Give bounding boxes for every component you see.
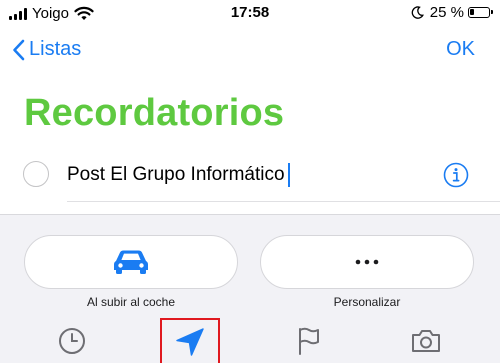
location-arrow-icon — [176, 328, 204, 356]
row-divider — [67, 201, 500, 202]
camera-icon — [412, 330, 440, 352]
flag-icon — [299, 327, 319, 355]
customize-button[interactable] — [260, 235, 474, 289]
reminder-row: Post El Grupo Informático — [0, 155, 500, 201]
ok-button[interactable]: OK — [446, 38, 475, 61]
clock-icon — [59, 328, 85, 354]
battery-fill — [470, 9, 475, 15]
when-in-car-label: Al subir al coche — [86, 295, 176, 309]
quick-toolbar: Al subir al coche Personalizar — [0, 214, 500, 363]
tab-flag[interactable] — [279, 319, 339, 363]
battery-percent: 25 % — [429, 4, 464, 21]
reminder-text: Post El Grupo Informático — [67, 164, 285, 185]
status-right: 25 % — [411, 4, 493, 21]
page-title: Recordatorios — [24, 92, 285, 134]
status-bar: Yoigo 17:58 25 % — [0, 0, 500, 30]
tab-location[interactable] — [160, 318, 220, 363]
text-caret — [287, 163, 290, 187]
reminder-text-field[interactable]: Post El Grupo Informático — [67, 163, 290, 187]
circle-checkbox-icon[interactable] — [23, 161, 49, 187]
reminders-screen: Yoigo 17:58 25 % Listas OK Recordatorios — [0, 0, 500, 363]
tab-camera[interactable] — [396, 319, 456, 363]
ellipsis-icon — [355, 259, 379, 265]
moon-icon — [411, 6, 424, 19]
back-button[interactable]: Listas — [12, 38, 81, 61]
info-icon[interactable] — [443, 162, 469, 188]
back-button-label: Listas — [29, 38, 82, 60]
battery-icon — [468, 7, 493, 18]
car-icon — [114, 250, 148, 274]
chevron-left-icon — [13, 39, 25, 60]
when-in-car-button[interactable] — [24, 235, 238, 289]
customize-label: Personalizar — [333, 295, 401, 309]
tab-time[interactable] — [42, 319, 102, 363]
